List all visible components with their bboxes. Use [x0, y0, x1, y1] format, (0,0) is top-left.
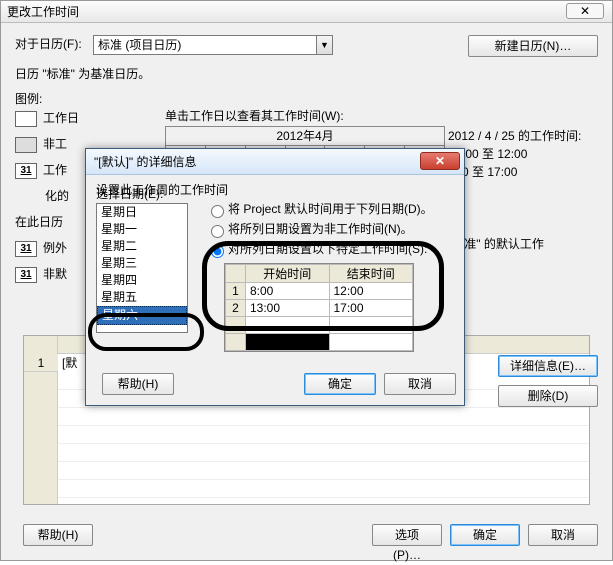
- day-fri[interactable]: 星期五: [97, 289, 187, 306]
- day-listbox[interactable]: 星期日 星期一 星期二 星期三 星期四 星期五 星期六: [96, 203, 188, 333]
- calendar-prompt: 单击工作日以查看其工作时间(W):: [165, 107, 445, 124]
- row-no-1: 1: [24, 354, 58, 372]
- radio-specific[interactable]: 对所列日期设置以下特定工作时间(S):: [206, 239, 454, 259]
- end-cell[interactable]: 17:00: [329, 300, 413, 317]
- legend-work: 工作日: [43, 111, 79, 125]
- radio-nonworking[interactable]: 将所列日期设置为非工作时间(N)。: [206, 219, 454, 239]
- day-wed[interactable]: 星期三: [97, 255, 187, 272]
- th-start: 开始时间: [246, 265, 330, 283]
- close-icon[interactable]: ✕: [420, 152, 460, 170]
- new-calendar-button[interactable]: 新建日历(N)…: [468, 35, 598, 57]
- calendar-day-icon: 31: [15, 163, 37, 179]
- start-cell[interactable]: 13:00: [246, 300, 330, 317]
- active-cell[interactable]: [246, 334, 330, 351]
- modal-body: 设置此工作周的工作时间 选择日期(E): 星期日 星期一 星期二 星期三 星期四…: [96, 181, 454, 367]
- day-sat[interactable]: 星期六: [97, 306, 187, 325]
- start-cell[interactable]: 8:00: [246, 283, 330, 300]
- day-thu[interactable]: 星期四: [97, 272, 187, 289]
- day-mon[interactable]: 星期一: [97, 221, 187, 238]
- page-titlebar: 更改工作时间 ✕: [1, 1, 612, 23]
- ok-button[interactable]: 确定: [450, 524, 520, 546]
- side-time-1: - 8:00 至 12:00: [448, 145, 598, 163]
- end-cell[interactable]: 12:00: [329, 283, 413, 300]
- table-row: 1 8:00 12:00: [226, 283, 413, 300]
- cancel-button[interactable]: 取消: [528, 524, 598, 546]
- table-row: [226, 317, 413, 334]
- legend-nondefault: 非默: [43, 267, 67, 281]
- radio-group: 将 Project 默认时间用于下列日期(D)。 将所列日期设置为非工作时间(N…: [206, 199, 454, 259]
- legend-heading: 图例:: [15, 90, 598, 107]
- calendar-day-icon: 31: [15, 241, 37, 257]
- legend-onthis: 在此日历: [15, 215, 63, 229]
- legend-edited2: 化的: [45, 189, 69, 203]
- table-row: 2 13:00 17:00: [226, 300, 413, 317]
- th-end: 结束时间: [329, 265, 413, 283]
- page-title: 更改工作时间: [7, 5, 79, 19]
- legend-exception: 例外: [43, 241, 67, 255]
- table-row: [226, 334, 413, 351]
- legend-nonwork: 非工: [43, 137, 67, 151]
- calendar-select[interactable]: 标准 (项目日历) ▼: [93, 35, 333, 55]
- day-sun[interactable]: 星期日: [97, 204, 187, 221]
- legend-edited: 工作: [43, 163, 67, 177]
- modal-titlebar: "[默认]" 的详细信息 ✕: [86, 149, 464, 175]
- modal-footer: 帮助(H) 取消 确定: [94, 373, 456, 397]
- options-button[interactable]: 选项(P)…: [372, 524, 442, 546]
- help-button[interactable]: 帮助(H): [23, 524, 93, 546]
- radio-default[interactable]: 将 Project 默认时间用于下列日期(D)。: [206, 199, 454, 219]
- help-button[interactable]: 帮助(H): [102, 373, 174, 395]
- right-buttons: 详细信息(E)… 删除(D): [498, 355, 598, 415]
- time-table[interactable]: 开始时间 结束时间 1 8:00 12:00 2 13:00 17:00: [224, 263, 414, 352]
- details-button[interactable]: 详细信息(E)…: [498, 355, 598, 377]
- calendar-select-value: 标准 (项目日历): [98, 38, 181, 52]
- close-icon[interactable]: ✕: [566, 3, 604, 19]
- bottom-bar: 帮助(H) 取消 确定 选项(P)…: [15, 524, 598, 550]
- calendar-day-icon: 31: [15, 267, 37, 283]
- calendar-label: 对于日历(F):: [15, 37, 82, 51]
- ok-button[interactable]: 确定: [304, 373, 376, 395]
- chevron-down-icon[interactable]: ▼: [316, 36, 332, 54]
- side-time-2: - 00 至 17:00: [448, 163, 598, 181]
- base-calendar-info: 日历 "标准" 为基准日历。: [15, 67, 150, 81]
- day-tue[interactable]: 星期二: [97, 238, 187, 255]
- modal-title: "[默认]" 的详细信息: [94, 155, 197, 169]
- side-note: "标准" 的默认工作: [448, 235, 598, 253]
- side-info: 2012 / 4 / 25 的工作时间: - 8:00 至 12:00 - 00…: [448, 127, 598, 253]
- side-heading: 2012 / 4 / 25 的工作时间:: [448, 127, 598, 145]
- select-days-label: 选择日期(E):: [96, 185, 163, 202]
- delete-button[interactable]: 删除(D): [498, 385, 598, 407]
- calendar-month: 2012年4月: [165, 126, 445, 146]
- cancel-button[interactable]: 取消: [384, 373, 456, 395]
- details-modal: "[默认]" 的详细信息 ✕ 设置此工作周的工作时间 选择日期(E): 星期日 …: [85, 148, 465, 406]
